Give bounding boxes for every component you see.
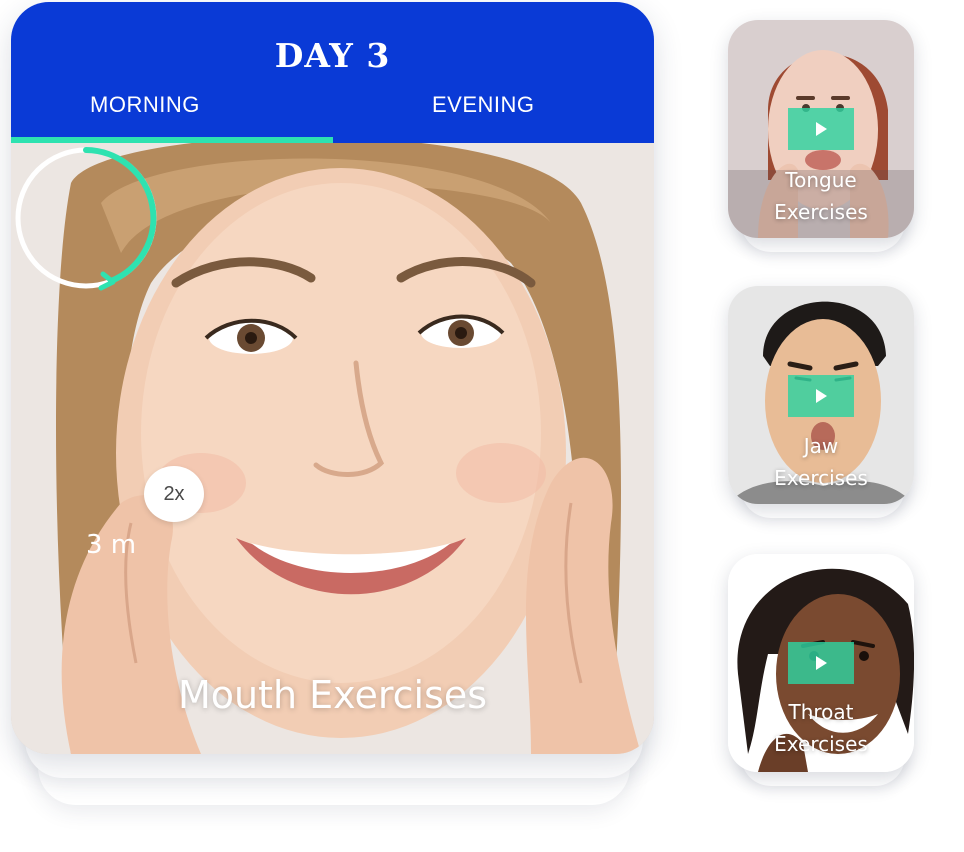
exercise-label-line1: Throat (788, 700, 854, 724)
exercise-hero[interactable]: 3 m 2x Mouth Exercises (11, 143, 654, 754)
exercise-card-jaw[interactable]: Jaw Exercises (728, 286, 914, 504)
timer-ring (15, 147, 157, 291)
tab-evening[interactable]: EVENING (432, 92, 535, 118)
play-icon (815, 656, 827, 670)
app-stage: DAY 3 MORNING EVENING 3 m 2x Mouth Exerc… (0, 0, 964, 852)
exercise-label-line1: Jaw (803, 434, 839, 458)
day-plan-card: DAY 3 MORNING EVENING 3 m 2x Mouth Exerc… (11, 2, 654, 754)
tab-morning[interactable]: MORNING (90, 92, 200, 118)
exercise-label-line2: Exercises (774, 732, 868, 756)
exercise-label-line2: Exercises (774, 200, 868, 224)
exercise-card-tongue[interactable]: Tongue Exercises (728, 20, 914, 238)
exercise-card-throat[interactable]: Throat Exercises (728, 554, 914, 772)
day-title: DAY 3 (274, 36, 391, 75)
exercise-label-line1: Tongue (785, 168, 857, 192)
play-button[interactable] (788, 108, 854, 150)
exercise-label: Throat Exercises (728, 696, 914, 760)
timer-duration: 3 m (86, 530, 137, 560)
play-button[interactable] (788, 642, 854, 684)
play-icon (815, 122, 827, 136)
exercise-label: Tongue Exercises (728, 164, 914, 228)
reps-badge: 2x (144, 466, 204, 522)
exercise-title: Mouth Exercises (177, 673, 488, 717)
exercise-label: Jaw Exercises (728, 430, 914, 494)
day-header: DAY 3 MORNING EVENING (11, 2, 654, 143)
play-icon (815, 389, 827, 403)
exercise-label-line2: Exercises (774, 466, 868, 490)
play-button[interactable] (788, 375, 854, 417)
